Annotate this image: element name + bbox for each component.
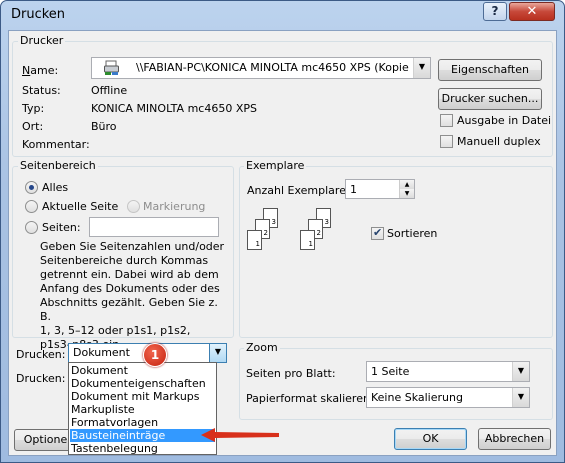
print-label-2: Drucken:: [16, 372, 66, 385]
dropdown-option-tastenbelegung[interactable]: Tastenbelegung: [70, 442, 215, 455]
range-pages-label[interactable]: Seiten:: [42, 221, 81, 234]
hint-line: Anfang des Dokuments oder des: [40, 282, 220, 295]
pages-per-sheet-arrow[interactable]: ▼: [512, 362, 529, 381]
range-current-radio[interactable]: [25, 200, 38, 213]
print-dialog: Drucken ? ✕ Drucker Name: \\FABIAN-PC\KO…: [0, 0, 565, 463]
zoom-group: [239, 348, 553, 420]
copies-count-input[interactable]: 1 ▲ ▼: [345, 179, 415, 199]
hint-line: Geben Sie Seitenzahlen und/oder: [40, 240, 225, 253]
status-value: Offline: [91, 84, 128, 97]
type-value: KONICA MINOLTA mc4650 XPS: [91, 102, 257, 115]
range-hint: Geben Sie Seitenzahlen und/oder Seitenbe…: [40, 240, 230, 352]
scale-paper-label: Papierformat skalieren:: [246, 392, 374, 405]
printer-dropdown-arrow[interactable]: ▼: [413, 58, 430, 78]
ok-button[interactable]: OK: [394, 428, 467, 450]
print-to-file-label[interactable]: Ausgabe in Datei: [457, 114, 551, 127]
dropdown-option-bausteineintraege[interactable]: Bausteineinträge: [70, 429, 215, 442]
hint-line: getrennt ein. Dabei wird ab dem: [40, 268, 219, 281]
range-selection-radio[interactable]: [127, 200, 140, 213]
print-what-label: Drucken:: [16, 348, 66, 361]
collate-page-icon: 1: [300, 230, 315, 250]
range-all-radio[interactable]: [25, 181, 38, 194]
dropdown-option-dokumenteigenschaften[interactable]: Dokumenteigenschaften: [70, 377, 215, 390]
chevron-up-icon: ▲: [404, 181, 410, 188]
window-title: Drucken: [11, 7, 66, 22]
printer-name-value: \\FABIAN-PC\KONICA MINOLTA mc4650 XPS (K…: [136, 61, 424, 74]
printer-name-select[interactable]: \\FABIAN-PC\KONICA MINOLTA mc4650 XPS (K…: [91, 57, 431, 79]
copies-down-button[interactable]: ▼: [399, 189, 414, 198]
hint-line: 1, 3, 5–12 oder p1s1, p1s2,: [40, 324, 191, 337]
collate-checkbox[interactable]: [371, 226, 384, 240]
zoom-legend: Zoom: [244, 341, 280, 354]
status-label: Status:: [22, 84, 61, 97]
page-range-legend: Seitenbereich: [18, 159, 98, 172]
collate-label[interactable]: Sortieren: [387, 227, 437, 240]
printer-group-legend: Drucker: [18, 34, 66, 47]
network-printer-icon: [104, 60, 119, 76]
dropdown-option-dokument-mit-markups[interactable]: Dokument mit Markups: [70, 390, 215, 403]
chevron-down-icon: ▼: [517, 392, 525, 401]
print-what-dropdown-arrow[interactable]: ▼: [209, 344, 226, 362]
location-label: Ort:: [22, 120, 44, 133]
dropdown-option-dokument[interactable]: Dokument: [70, 364, 215, 377]
print-to-file-checkbox[interactable]: [440, 114, 453, 127]
copies-up-button[interactable]: ▲: [399, 180, 414, 189]
chevron-down-icon: ▼: [418, 62, 426, 71]
chevron-down-icon: ▼: [404, 190, 410, 197]
title-bar[interactable]: Drucken ? ✕: [1, 1, 564, 29]
chevron-down-icon: ▼: [517, 366, 525, 375]
copies-count-value: 1: [350, 183, 357, 196]
pages-per-sheet-select[interactable]: 1 Seite ▼: [366, 361, 530, 382]
range-all-label[interactable]: Alles: [42, 181, 68, 194]
help-button[interactable]: ?: [483, 2, 507, 21]
range-selection-label[interactable]: Markierung: [143, 200, 205, 213]
scale-paper-select[interactable]: Keine Skalierung ▼: [366, 387, 530, 408]
manual-duplex-checkbox[interactable]: [440, 135, 453, 148]
find-printer-button[interactable]: Drucker suchen...: [438, 88, 542, 110]
dropdown-option-markupliste[interactable]: Markupliste: [70, 403, 215, 416]
printer-name-label: Name:: [22, 64, 59, 77]
range-current-label[interactable]: Aktuelle Seite: [42, 200, 118, 213]
copies-count-label: Anzahl Exemplare:: [247, 184, 350, 197]
print-what-dropdown-list: Dokument Dokumenteigenschaften Dokument …: [68, 362, 217, 455]
close-button[interactable]: ✕: [509, 2, 555, 21]
type-label: Typ:: [22, 102, 45, 115]
dropdown-option-formatvorlagen[interactable]: Formatvorlagen: [70, 416, 215, 429]
red-arrow-icon: [201, 428, 279, 442]
location-value: Büro: [91, 120, 117, 133]
scale-paper-value: Keine Skalierung: [371, 391, 463, 404]
properties-button[interactable]: Eigenschaften: [438, 59, 542, 81]
range-pages-radio[interactable]: [25, 221, 38, 234]
hint-line: Abschnitts gezählt. Geben Sie z. B.: [40, 296, 218, 323]
collate-page-icon: 1: [247, 230, 262, 250]
pages-per-sheet-value: 1 Seite: [371, 365, 410, 378]
scale-paper-arrow[interactable]: ▼: [512, 388, 529, 407]
step-badge: 1: [143, 343, 167, 367]
comment-label: Kommentar:: [22, 138, 90, 151]
manual-duplex-label[interactable]: Manuell duplex: [457, 135, 541, 148]
print-what-value: Dokument: [73, 346, 130, 359]
pages-per-sheet-label: Seiten pro Blatt:: [246, 367, 336, 380]
pages-input[interactable]: [89, 217, 219, 237]
chevron-down-icon: ▼: [214, 347, 222, 356]
copies-legend: Exemplare: [244, 159, 307, 172]
hint-line: Seitenbereiche durch Kommas: [40, 254, 209, 267]
cancel-button[interactable]: Abbrechen: [478, 428, 551, 450]
